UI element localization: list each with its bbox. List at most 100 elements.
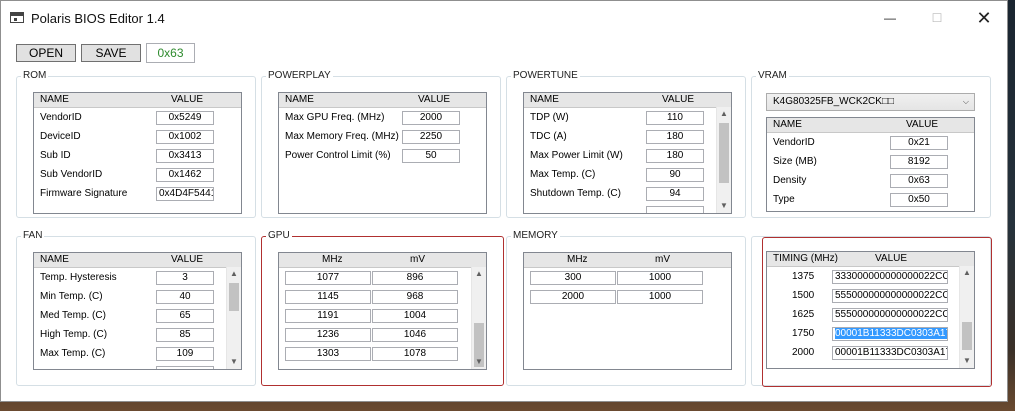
scroll-down-icon[interactable]: ▼ <box>227 355 241 369</box>
rom-row-value[interactable]: 0x3413 <box>156 149 214 163</box>
timing-row-value[interactable]: 00001B11333DC0303A17 <box>832 346 948 360</box>
scroll-up-icon[interactable]: ▲ <box>472 267 486 281</box>
memory-mv-cell[interactable]: 1000 <box>617 271 703 285</box>
fan-grid-header: NAME VALUE <box>34 253 241 268</box>
vram-chip-select[interactable]: K4G80325FB_WCK2CK□□ ⌵ <box>766 93 975 111</box>
gpu-group-label: GPU <box>266 230 292 242</box>
scroll-up-icon[interactable]: ▲ <box>960 266 974 280</box>
gpu-mv-cell[interactable]: 1004 <box>372 309 458 323</box>
scroll-up-icon[interactable]: ▲ <box>717 107 731 121</box>
gpu-mhz-cell[interactable]: 1303 <box>285 347 371 361</box>
open-button[interactable]: OPEN <box>16 44 76 62</box>
vram-row-value[interactable]: 0x50 <box>890 193 948 207</box>
gpu-mv-cell[interactable]: 1078 <box>372 347 458 361</box>
fan-row-value[interactable]: 85 <box>156 328 214 342</box>
gpu-mhz-cell[interactable]: 1191 <box>285 309 371 323</box>
rom-row-value[interactable]: 0x5249 <box>156 111 214 125</box>
powertune-row-name: Max Temp. (C) <box>530 169 596 180</box>
main-window: Polaris BIOS Editor 1.4 — ☐ ✕ OPEN SAVE … <box>0 0 1008 402</box>
save-button[interactable]: SAVE <box>81 44 141 62</box>
rom-row-name: Sub ID <box>40 150 71 161</box>
vram-row-name: Density <box>773 175 807 186</box>
powertune-grid-header: NAME VALUE <box>524 93 731 108</box>
powerplay-row-value[interactable]: 50 <box>402 149 460 163</box>
rom-row-name: Firmware Signature <box>40 188 128 199</box>
scroll-thumb[interactable] <box>719 123 729 183</box>
powertune-row-value[interactable]: 90 <box>646 168 704 182</box>
rom-hex-field[interactable]: 0x63 <box>146 43 195 63</box>
vram-grid-header: NAME VALUE <box>767 118 974 133</box>
rom-header-value: VALUE <box>171 94 204 105</box>
close-icon[interactable]: ✕ <box>961 1 1007 35</box>
powertune-row-value[interactable]: 110 <box>646 111 704 125</box>
vram-row-value[interactable]: 8192 <box>890 155 948 169</box>
vram-row-value[interactable]: 0x21 <box>890 136 948 150</box>
powerplay-row-value[interactable]: 2250 <box>402 130 460 144</box>
gpu-mhz-cell[interactable]: 1077 <box>285 271 371 285</box>
fan-group: FAN NAME VALUE Temp. Hysteresis 3 Min Te… <box>16 230 256 386</box>
powertune-row-value[interactable]: 180 <box>646 130 704 144</box>
gpu-mhz-cell[interactable]: 1236 <box>285 328 371 342</box>
minimize-icon[interactable]: — <box>867 1 913 35</box>
powertune-group: POWERTUNE NAME VALUE TDP (W) 110 TDC (A)… <box>506 70 746 218</box>
rom-row-value[interactable]: 0x4D4F5441 <box>156 187 214 201</box>
scroll-down-icon[interactable]: ▼ <box>472 355 486 369</box>
gpu-mv-cell[interactable]: 896 <box>372 271 458 285</box>
scroll-thumb[interactable] <box>229 283 239 311</box>
scroll-thumb[interactable] <box>962 322 972 350</box>
timing-row-value[interactable]: 333000000000000022CC1 <box>832 270 948 284</box>
scroll-down-icon[interactable]: ▼ <box>717 199 731 213</box>
rom-row-value[interactable]: 0x1462 <box>156 168 214 182</box>
fan-row-value[interactable]: 3 <box>156 271 214 285</box>
fan-row-value[interactable]: 109 <box>156 347 214 361</box>
timing-row-value[interactable]: 555000000000000022CC1 <box>832 289 948 303</box>
fan-row-value[interactable]: 65 <box>156 309 214 323</box>
memory-mhz-cell[interactable]: 300 <box>530 271 616 285</box>
fan-header-value: VALUE <box>171 254 204 265</box>
memory-mhz-cell[interactable]: 2000 <box>530 290 616 304</box>
powertune-scrollbar[interactable]: ▲ ▼ <box>716 107 731 213</box>
powerplay-grid: NAME VALUE Max GPU Freq. (MHz) 2000 Max … <box>278 92 487 214</box>
gpu-header-mhz: MHz <box>322 254 343 265</box>
timing-scrollbar[interactable]: ▲ ▼ <box>959 266 974 368</box>
gpu-mv-cell[interactable]: 1046 <box>372 328 458 342</box>
title-bar[interactable]: Polaris BIOS Editor 1.4 — ☐ ✕ <box>1 1 1007 35</box>
rom-header-name: NAME <box>40 94 69 105</box>
maximize-icon[interactable]: ☐ <box>914 1 960 35</box>
memory-mv-cell[interactable]: 1000 <box>617 290 703 304</box>
fan-scrollbar[interactable]: ▲ ▼ <box>226 267 241 369</box>
powertune-row-value-partial[interactable] <box>646 206 704 213</box>
gpu-header-mv: mV <box>410 254 425 265</box>
vram-row-name: Type <box>773 194 795 205</box>
gpu-scrollbar[interactable]: ▲ ▼ <box>471 267 486 369</box>
rom-row-value[interactable]: 0x1002 <box>156 130 214 144</box>
timing-row-value[interactable]: 555000000000000022CC1 <box>832 308 948 322</box>
memory-header-mv: mV <box>655 254 670 265</box>
powertune-row-value[interactable]: 94 <box>646 187 704 201</box>
powertune-row-value[interactable]: 180 <box>646 149 704 163</box>
scroll-up-icon[interactable]: ▲ <box>227 267 241 281</box>
timing-row-mhz: 1625 <box>792 309 815 320</box>
fan-row-value[interactable]: 40 <box>156 290 214 304</box>
chevron-down-icon: ⌵ <box>962 97 969 106</box>
powertune-row-name: Max Power Limit (W) <box>530 150 623 161</box>
fan-header-name: NAME <box>40 254 69 265</box>
fan-row-name: High Temp. (C) <box>40 329 108 340</box>
rom-group: ROM NAME VALUE VendorID 0x5249 DeviceID … <box>16 70 256 218</box>
gpu-mv-cell[interactable]: 968 <box>372 290 458 304</box>
scroll-down-icon[interactable]: ▼ <box>960 354 974 368</box>
vram-row-value[interactable]: 0x63 <box>890 174 948 188</box>
powerplay-row-name: Max Memory Freq. (MHz) <box>285 131 399 142</box>
gpu-mhz-cell[interactable]: 1145 <box>285 290 371 304</box>
rom-row-name: VendorID <box>40 112 82 123</box>
fan-row-value-partial[interactable] <box>156 366 214 369</box>
powerplay-row-value[interactable]: 2000 <box>402 111 460 125</box>
vram-header-name: NAME <box>773 119 802 130</box>
powertune-row-name: TDC (A) <box>530 131 567 142</box>
powerplay-header-value: VALUE <box>418 94 451 105</box>
timing-header-value: VALUE <box>875 253 908 264</box>
timing-row-mhz: 1375 <box>792 271 815 282</box>
timing-row-value-selected[interactable]: 00001B11333DC0303A17 <box>832 327 948 341</box>
powertune-header-value: VALUE <box>662 94 695 105</box>
fan-row-name: Min Temp. (C) <box>40 291 103 302</box>
